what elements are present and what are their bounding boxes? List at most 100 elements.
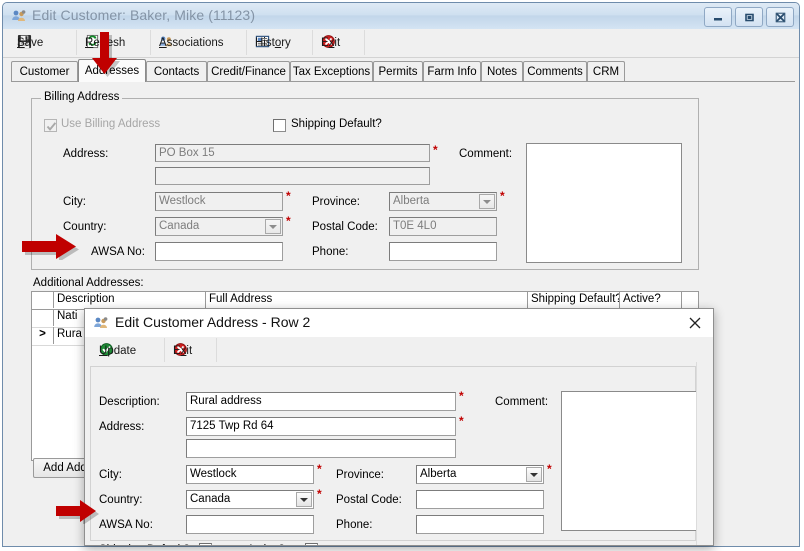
dialog-description-label: Description:: [99, 396, 160, 408]
billing-province-label: Province:: [312, 196, 360, 208]
dialog-title: Edit Customer Address - Row 2: [115, 314, 311, 330]
grid-col-active[interactable]: Active?: [620, 292, 682, 308]
dialog-description-value: Rural address: [190, 395, 262, 407]
tab-permits[interactable]: Permits: [373, 61, 423, 81]
window-title: Edit Customer: Baker, Mike (11123): [32, 7, 256, 23]
chevron-down-icon[interactable]: [265, 219, 281, 234]
billing-awsa-input[interactable]: [155, 242, 283, 261]
billing-country-select[interactable]: Canada: [155, 217, 283, 236]
use-billing-address-label: Use Billing Address: [61, 118, 161, 130]
close-icon[interactable]: [766, 7, 794, 27]
minimize-icon[interactable]: [704, 7, 732, 27]
dialog-title-bar[interactable]: Edit Customer Address - Row 2: [85, 309, 713, 337]
dialog-description-required-marker: *: [459, 389, 464, 403]
dialog-phone-input[interactable]: [416, 515, 544, 534]
dialog-address-line2-input[interactable]: [186, 439, 456, 458]
customers-icon: [11, 8, 27, 24]
dialog-exit-button-label: Exit: [173, 344, 193, 357]
history-button-label: History: [255, 36, 291, 49]
dialog-shipping-default-checkbox[interactable]: [199, 543, 212, 545]
chevron-down-icon[interactable]: [526, 467, 542, 482]
billing-country-required-marker: *: [286, 214, 291, 228]
dialog-awsa-label: AWSA No:: [99, 519, 153, 531]
dialog-address-line1-input[interactable]: 7125 Twp Rd 64: [186, 417, 456, 436]
dialog-awsa-input[interactable]: [186, 515, 314, 534]
tab-notes[interactable]: Notes: [481, 61, 523, 81]
main-toolbar: Save Refresh Associations History Exit: [3, 29, 799, 58]
dialog-province-label: Province:: [336, 469, 384, 481]
billing-province-select[interactable]: Alberta: [389, 192, 497, 211]
dialog-exit-button[interactable]: Exit: [165, 338, 217, 363]
dialog-city-input[interactable]: Westlock: [186, 465, 314, 484]
refresh-button-label: Refresh: [85, 36, 126, 49]
dialog-country-required-marker: *: [317, 487, 322, 501]
tab-comments[interactable]: Comments: [523, 61, 587, 81]
dialog-comment-label: Comment:: [495, 396, 549, 408]
associations-button[interactable]: Associations: [151, 30, 247, 55]
customers-icon: [93, 315, 109, 331]
dialog-province-value: Alberta: [420, 468, 457, 480]
billing-comment-label: Comment:: [459, 148, 513, 160]
billing-province-value: Alberta: [393, 195, 430, 207]
dialog-active-label: Active?: [247, 544, 285, 545]
tab-farm-info[interactable]: Farm Info: [423, 61, 481, 81]
dialog-body: Description: Rural address * Address: 71…: [85, 362, 713, 545]
refresh-button[interactable]: Refresh: [77, 30, 151, 55]
dialog-comment-textarea[interactable]: [561, 391, 697, 531]
dialog-form-panel: Description: Rural address * Address: 71…: [90, 366, 697, 545]
dialog-postal-input[interactable]: [416, 490, 544, 509]
billing-country-label: Country:: [63, 221, 107, 233]
billing-city-required-marker: *: [286, 189, 291, 203]
row-indicator: >: [32, 327, 54, 344]
billing-shipping-default-label: Shipping Default?: [291, 118, 382, 130]
dialog-province-required-marker: *: [547, 462, 552, 476]
tab-crm[interactable]: CRM: [587, 61, 625, 81]
tab-credit-finance[interactable]: Credit/Finance: [207, 61, 290, 81]
restore-icon[interactable]: [735, 7, 763, 27]
billing-address-label: Address:: [63, 148, 109, 160]
dialog-city-label: City:: [99, 469, 122, 481]
billing-address-line2-input[interactable]: [155, 167, 430, 185]
chevron-down-icon[interactable]: [296, 492, 312, 507]
dialog-vertical-scrollbar[interactable]: [696, 362, 713, 545]
billing-awsa-label: AWSA No:: [91, 246, 145, 258]
dialog-toolbar: Update Exit: [85, 337, 713, 363]
tab-strip: Customer Addresses Contacts Credit/Finan…: [11, 59, 795, 82]
update-button-label: Update: [99, 344, 137, 357]
dialog-country-select[interactable]: Canada: [186, 490, 314, 509]
billing-address-group-title: Billing Address: [41, 91, 123, 103]
tab-contacts[interactable]: Contacts: [146, 61, 207, 81]
grid-col-description[interactable]: Description: [54, 292, 206, 308]
window-title-bar[interactable]: Edit Customer: Baker, Mike (11123): [3, 3, 799, 30]
billing-country-value: Canada: [159, 220, 200, 232]
edit-customer-address-dialog: Edit Customer Address - Row 2 Update Exi…: [84, 308, 714, 546]
update-button[interactable]: Update: [91, 338, 165, 363]
tab-tax-exceptions[interactable]: Tax Exceptions: [290, 61, 373, 81]
billing-postal-input[interactable]: T0E 4L0: [389, 217, 497, 236]
dialog-description-input[interactable]: Rural address: [186, 392, 456, 411]
dialog-country-value: Canada: [190, 493, 231, 505]
billing-phone-input[interactable]: [389, 242, 497, 261]
associations-button-label: Associations: [159, 36, 224, 49]
billing-province-required-marker: *: [500, 189, 505, 203]
save-button[interactable]: Save: [9, 30, 77, 55]
dialog-phone-label: Phone:: [336, 519, 373, 531]
dialog-province-select[interactable]: Alberta: [416, 465, 544, 484]
history-button[interactable]: History: [247, 30, 313, 55]
grid-col-shipping-default[interactable]: Shipping Default?: [528, 292, 620, 308]
close-icon[interactable]: [683, 313, 707, 333]
billing-city-input[interactable]: Westlock: [155, 192, 283, 211]
grid-col-full-address[interactable]: Full Address: [206, 292, 528, 308]
use-billing-address-checkbox: [44, 119, 57, 132]
exit-button[interactable]: Exit: [313, 30, 365, 55]
tab-customer[interactable]: Customer: [11, 61, 78, 81]
row-indicator: [32, 309, 54, 326]
billing-city-label: City:: [63, 196, 86, 208]
dialog-active-checkbox[interactable]: [305, 543, 318, 545]
chevron-down-icon[interactable]: [479, 194, 495, 209]
dialog-country-label: Country:: [99, 494, 143, 506]
billing-comment-textarea[interactable]: [526, 143, 682, 263]
billing-shipping-default-checkbox[interactable]: [273, 119, 286, 132]
billing-address-line1-input[interactable]: PO Box 15: [155, 144, 430, 162]
tab-addresses[interactable]: Addresses: [78, 59, 146, 82]
